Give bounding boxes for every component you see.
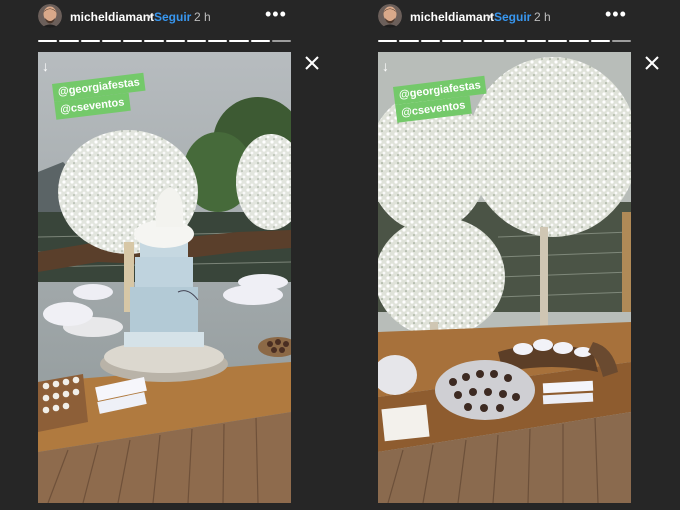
progress-segment (399, 40, 419, 42)
username[interactable]: micheldiamant (410, 10, 494, 24)
progress-segment (378, 40, 398, 42)
avatar[interactable] (38, 4, 62, 28)
timestamp: 2 h (534, 10, 551, 24)
progress-segment (505, 40, 525, 42)
download-arrow-icon: ↓ (382, 58, 389, 74)
progress-segment (271, 40, 291, 42)
progress-segment (101, 40, 121, 42)
progress-segment (165, 40, 185, 42)
progress-segment (569, 40, 589, 42)
more-options-icon[interactable]: ••• (265, 4, 287, 25)
progress-segment (123, 40, 143, 42)
progress-segment (186, 40, 206, 42)
progress-segment (229, 40, 249, 42)
separator-dot: • (147, 10, 152, 24)
progress-segment (484, 40, 504, 42)
more-options-icon[interactable]: ••• (605, 4, 627, 25)
follow-button[interactable]: Seguir (494, 10, 531, 24)
progress-segment (548, 40, 568, 42)
progress-segment (80, 40, 100, 42)
progress-segment (526, 40, 546, 42)
story-progress-bar (378, 40, 631, 42)
story-photo[interactable] (38, 52, 291, 503)
avatar[interactable] (378, 4, 402, 28)
close-icon[interactable] (643, 54, 661, 72)
progress-segment (250, 40, 270, 42)
follow-button[interactable]: Seguir (154, 10, 191, 24)
story-progress-bar (38, 40, 291, 42)
download-arrow-icon: ↓ (42, 58, 49, 74)
progress-segment (463, 40, 483, 42)
progress-segment (38, 40, 58, 42)
story-viewer-left: micheldiamant • Seguir 2 h ••• ↓ @georgi… (0, 0, 340, 510)
progress-segment (144, 40, 164, 42)
dessert-table-cake-photo (38, 52, 291, 503)
progress-segment (208, 40, 228, 42)
progress-segment (611, 40, 631, 42)
timestamp: 2 h (194, 10, 211, 24)
progress-segment (420, 40, 440, 42)
progress-segment (59, 40, 79, 42)
separator-dot: • (487, 10, 492, 24)
username[interactable]: micheldiamant (70, 10, 154, 24)
story-viewer-right: micheldiamant • Seguir 2 h ••• ↓ @georgi… (340, 0, 680, 510)
close-icon[interactable] (303, 54, 321, 72)
progress-segment (590, 40, 610, 42)
progress-segment (441, 40, 461, 42)
